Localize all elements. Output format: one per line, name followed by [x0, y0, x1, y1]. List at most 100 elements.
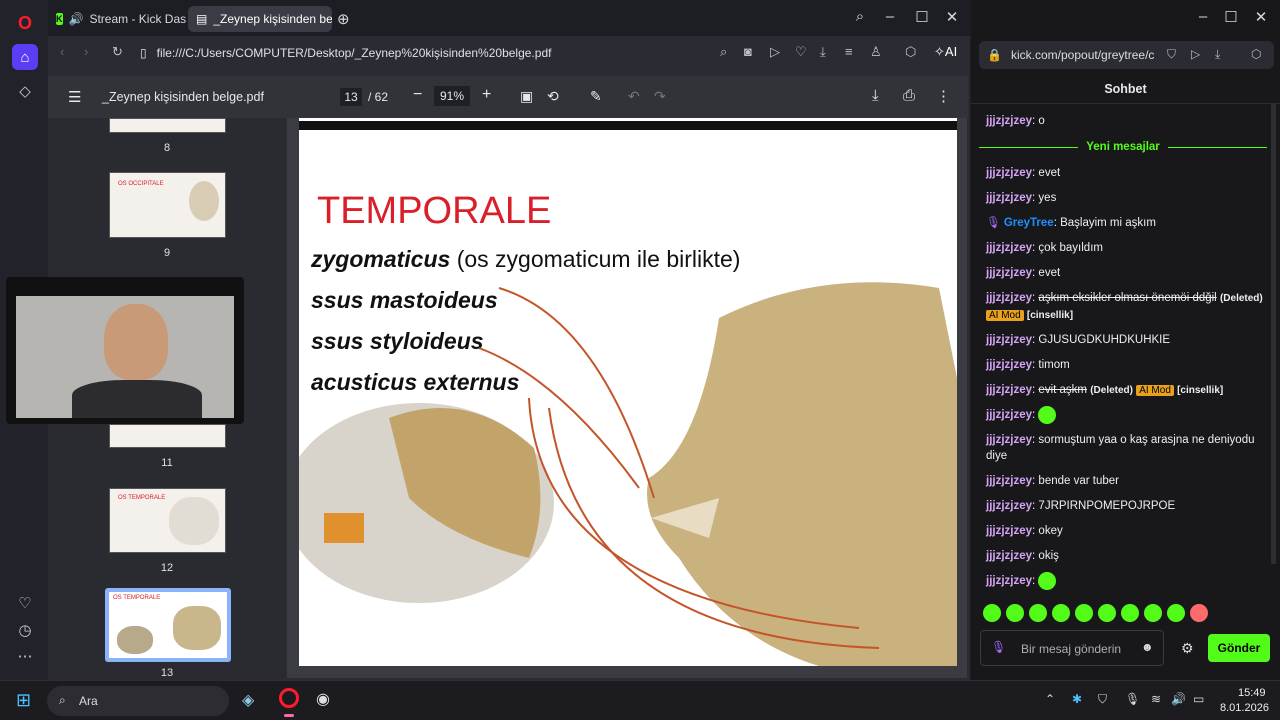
emote-icon[interactable] — [1029, 604, 1047, 622]
chat-username[interactable]: jjjzjzjzey — [986, 434, 1032, 446]
chat-username[interactable]: jjjzjzjzey — [986, 267, 1032, 279]
page-number-input[interactable]: 13 — [340, 88, 362, 106]
minimize-icon[interactable]: – — [880, 8, 900, 25]
microphone-icon[interactable]: 🎙 — [1125, 692, 1140, 706]
clock-time[interactable]: 15:49 — [1238, 687, 1266, 699]
emote-icon[interactable] — [1167, 604, 1185, 622]
thumbnail-8[interactable] — [109, 118, 226, 133]
chat-username[interactable]: jjjzjzjzey — [986, 292, 1032, 304]
download-pdf-icon[interactable]: ⤓ — [872, 87, 879, 104]
chat-username[interactable]: jjjzjzjzey — [986, 167, 1032, 179]
easy-setup-icon[interactable]: ≡ — [845, 44, 853, 59]
shield-icon[interactable]: ⛉ — [1167, 47, 1176, 62]
chat-username[interactable]: jjjzjzjzey — [986, 192, 1032, 204]
chat-username[interactable]: jjjzjzjzey — [986, 550, 1032, 562]
thumbnail-9[interactable]: OS OCCIPITALE — [109, 172, 226, 238]
chat-username[interactable]: jjjzjzjzey — [986, 525, 1032, 537]
address-field[interactable]: ▯ file:///C:/Users/COMPUTER/Desktop/_Zey… — [140, 41, 720, 65]
reload-icon[interactable]: ↻ — [112, 44, 123, 60]
chat-scrollbar[interactable] — [1271, 104, 1276, 564]
emote-icon[interactable] — [1075, 604, 1093, 622]
battery-icon[interactable]: ▭ — [1193, 692, 1204, 706]
chat-username[interactable]: jjjzjzjzey — [986, 475, 1032, 487]
menu-icon[interactable]: ☰ — [68, 88, 81, 106]
volume-icon[interactable]: 🔊 — [1171, 692, 1186, 706]
box-icon[interactable]: ⬡ — [1251, 47, 1261, 61]
play-icon[interactable]: ▷ — [770, 44, 780, 60]
start-icon[interactable]: ⊞ — [16, 690, 31, 711]
more-icon[interactable]: ⋯ — [12, 643, 38, 669]
pdf-page-area[interactable]: TEMPORALE zygomaticus (os zygomaticum il… — [287, 118, 967, 678]
chat-username[interactable]: jjjzjzjzey — [986, 575, 1032, 587]
emote-icon[interactable] — [1052, 604, 1070, 622]
heart-icon[interactable]: ♡ — [12, 590, 38, 616]
chat-username[interactable]: jjjzjzjzey — [986, 334, 1032, 346]
history-icon[interactable]: ◷ — [12, 617, 38, 643]
chat-username[interactable]: jjjzjzjzey — [986, 359, 1032, 371]
close-window-icon[interactable]: ✕ — [942, 8, 962, 26]
chat-username[interactable]: jjjzjzjzey — [986, 242, 1032, 254]
mic-icon[interactable]: 🎙 — [991, 640, 1006, 654]
chat-username[interactable]: GreyTree — [1004, 217, 1054, 229]
fit-page-icon[interactable]: ▣ — [520, 88, 533, 105]
thumbnail-11[interactable] — [109, 424, 226, 448]
annotate-icon[interactable]: ✎ — [590, 88, 602, 105]
search-page-icon[interactable]: ⌕ — [720, 44, 727, 60]
box-icon[interactable]: ⬡ — [905, 44, 916, 60]
rotate-icon[interactable]: ⟲ — [547, 88, 559, 105]
search-tabs-icon[interactable]: ⌕ — [850, 8, 870, 25]
emote-icon[interactable] — [1098, 604, 1116, 622]
thumbnail-12[interactable]: OS TEMPORALE — [109, 488, 226, 553]
zoom-in-button[interactable]: + — [482, 86, 491, 104]
heart-bookmark-icon[interactable]: ♡ — [795, 44, 807, 60]
play-icon[interactable]: ▷ — [1191, 47, 1200, 61]
chat-username[interactable]: jjjzjzjzey — [986, 115, 1032, 127]
opera-logo-icon[interactable]: O — [12, 10, 38, 36]
chat-maximize-icon[interactable]: ☐ — [1221, 8, 1241, 26]
more-options-icon[interactable]: ⋮ — [936, 87, 951, 105]
tab-pdf[interactable]: ▤ _Zeynep kişisinden belge.p ✕ — [188, 6, 332, 32]
tab-kick-dashboard[interactable]: K 🔊 Stream - Kick Dashboa — [48, 6, 186, 32]
bluetooth-icon[interactable]: ✱ — [1072, 692, 1082, 706]
emote-icon[interactable] — [983, 604, 1001, 622]
redo-icon[interactable]: ↷ — [654, 88, 666, 105]
emote-icon[interactable] — [1006, 604, 1024, 622]
tray-chevron-icon[interactable]: ⌃ — [1045, 692, 1055, 706]
thumbnail-13-selected[interactable]: OS TEMPORALE — [105, 588, 231, 662]
chat-address-bar[interactable]: 🔒 kick.com/popout/greytree/c ⛉ ▷ ⤓ ⬡ — [979, 41, 1274, 69]
download-icon[interactable]: ⤓ — [820, 44, 826, 60]
zoom-out-button[interactable]: − — [413, 86, 422, 104]
undo-icon[interactable]: ↶ — [628, 88, 640, 105]
copilot-icon[interactable]: ◈ — [242, 690, 254, 710]
wifi-icon[interactable]: ≋ — [1151, 692, 1161, 706]
home-icon[interactable]: ⌂ — [12, 44, 38, 70]
maximize-icon[interactable]: ☐ — [912, 8, 932, 26]
ai-button[interactable]: ✧AI — [934, 44, 957, 60]
chat-input[interactable]: 🎙 Bir mesaj gönderin ☻ — [980, 630, 1164, 666]
defender-icon[interactable]: ⛉ — [1098, 692, 1107, 707]
clock-date[interactable]: 8.01.2026 — [1220, 702, 1269, 714]
emote-icon[interactable] — [1144, 604, 1162, 622]
taskbar-search[interactable]: ⌕ Ara — [47, 686, 229, 716]
chat-username[interactable]: jjjzjzjzey — [986, 500, 1032, 512]
chat-username[interactable]: jjjzjzjzey — [986, 384, 1032, 396]
camera-icon[interactable]: ◙ — [744, 44, 752, 59]
obs-icon[interactable]: ◉ — [316, 689, 330, 709]
download-icon[interactable]: ⤓ — [1215, 47, 1220, 62]
back-icon[interactable]: ‹ — [60, 44, 64, 59]
chat-close-icon[interactable]: ✕ — [1251, 8, 1271, 26]
send-button[interactable]: Gönder — [1208, 634, 1270, 662]
zoom-input[interactable]: 91% — [434, 86, 470, 106]
print-icon[interactable]: ⎙ — [903, 87, 915, 104]
emoji-icon[interactable]: ☻ — [1141, 640, 1154, 654]
new-tab-button[interactable]: ⊕ — [333, 6, 357, 32]
emote-icon[interactable] — [1121, 604, 1139, 622]
chat-minimize-icon[interactable]: – — [1193, 8, 1213, 25]
diamond-icon[interactable]: ◇ — [12, 78, 38, 104]
profile-icon[interactable]: ♙ — [870, 44, 882, 60]
chat-username[interactable]: jjjzjzjzey — [986, 409, 1032, 421]
forward-icon[interactable]: › — [84, 44, 88, 59]
chat-settings-icon[interactable]: ⚙ — [1181, 640, 1194, 657]
emote-icon[interactable] — [1190, 604, 1208, 622]
opera-taskbar-icon[interactable] — [279, 688, 299, 708]
